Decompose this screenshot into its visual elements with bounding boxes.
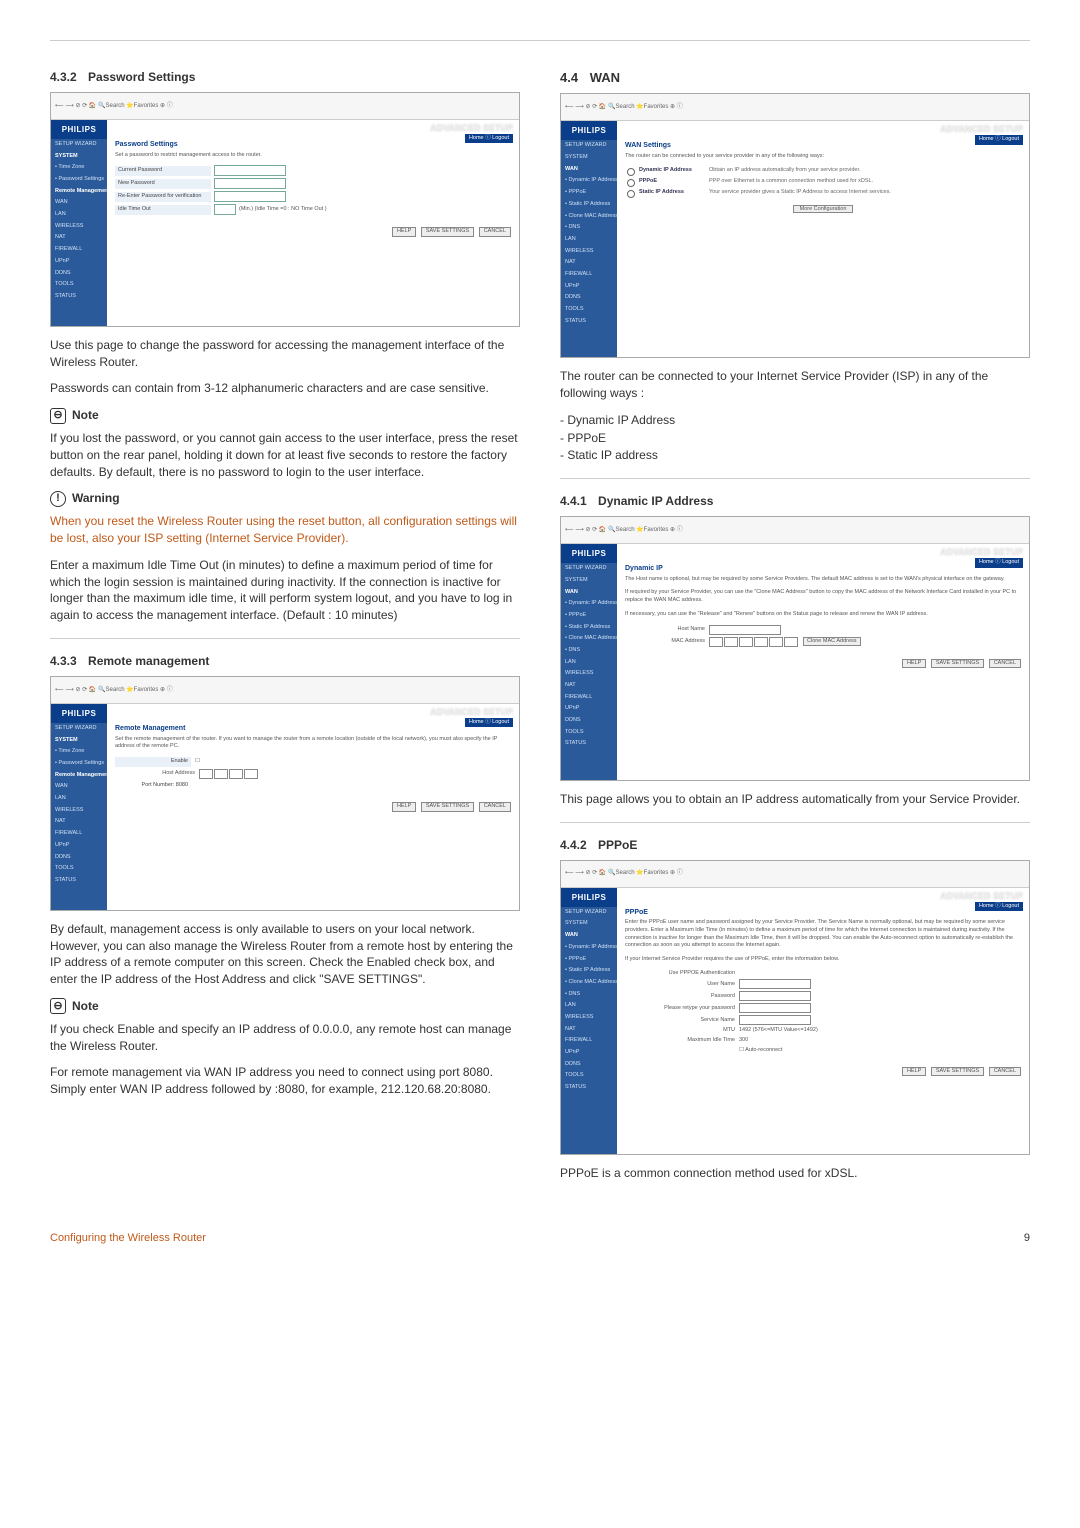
help-button[interactable]: HELP — [392, 227, 416, 237]
right-column: 4.4 WAN ⟵ ⟶ ⊘ ⟳ 🏠 🔍Search ⭐Favorites ⊕ ⓘ… — [560, 61, 1030, 1191]
note-heading: ⊖ Note — [50, 407, 520, 424]
wan-method-item: PPPoE — [560, 430, 1030, 447]
warning-text: When you reset the Wireless Router using… — [50, 513, 520, 547]
footer-page-number: 9 — [1024, 1231, 1030, 1246]
warning-icon: ! — [50, 491, 66, 507]
section-separator — [560, 822, 1030, 823]
note-icon: ⊖ — [50, 408, 66, 424]
remote-desc-p1: By default, management access is only av… — [50, 921, 520, 988]
page-footer: Configuring the Wireless Router 9 — [50, 1231, 1030, 1246]
note-label: Note — [72, 407, 99, 424]
cancel-button[interactable]: CANCEL — [479, 227, 511, 237]
section-separator — [560, 478, 1030, 479]
warning-heading: ! Warning — [50, 490, 520, 507]
heading-4-4: 4.4 WAN — [560, 69, 1030, 87]
heading-4-3-3: 4.3.3 Remote management — [50, 653, 520, 670]
footer-left: Configuring the Wireless Router — [50, 1231, 206, 1246]
screenshot-remote-management: ⟵ ⟶ ⊘ ⟳ 🏠 🔍Search ⭐Favorites ⊕ ⓘ PHILIPS… — [50, 676, 520, 911]
heading-title: Remote management — [88, 654, 209, 668]
panel-buttons: HELP SAVE SETTINGS CANCEL — [115, 227, 511, 237]
note-2-text: If you check Enable and specify an IP ad… — [50, 1021, 520, 1055]
header-tabs: Home ⓘ Logout — [465, 134, 513, 144]
heading-title: Password Settings — [88, 70, 195, 84]
note-label: Note — [72, 998, 99, 1015]
panel-desc: Set a password to restrict management ac… — [115, 152, 511, 160]
note-text: If you lost the password, or you cannot … — [50, 430, 520, 480]
page-top-rule — [50, 40, 1030, 41]
idle-timeout-desc: Enter a maximum Idle Time Out (in minute… — [50, 557, 520, 624]
clone-mac-button[interactable]: Clone MAC Address — [803, 637, 861, 647]
password-desc-p1: Use this page to change the password for… — [50, 337, 520, 371]
save-settings-button[interactable]: SAVE SETTINGS — [421, 227, 474, 237]
philips-logo: PHILIPS — [51, 120, 107, 139]
warning-label: Warning — [72, 490, 120, 507]
more-configuration-button[interactable]: More Configuration — [793, 205, 854, 213]
radio-pppoe[interactable] — [627, 179, 635, 187]
wan-method-item: Static IP address — [560, 447, 1030, 464]
wan-desc: The router can be connected to your Inte… — [560, 368, 1030, 402]
idle-timeout-input[interactable] — [214, 204, 236, 215]
advanced-setup-label: ADVANCED SETUP — [430, 122, 513, 135]
note-icon: ⊖ — [50, 998, 66, 1014]
dynamic-ip-desc: This page allows you to obtain an IP add… — [560, 791, 1030, 808]
heading-num: 4.4 — [560, 70, 578, 85]
screenshot-pppoe: ⟵ ⟶ ⊘ ⟳ 🏠 🔍Search ⭐Favorites ⊕ ⓘ PHILIPS… — [560, 860, 1030, 1155]
wan-methods-list: Dynamic IP Address PPPoE Static IP addre… — [560, 412, 1030, 464]
host-name-input[interactable] — [709, 625, 781, 635]
pppoe-retype-input[interactable] — [739, 1003, 811, 1013]
password-desc-p2: Passwords can contain from 3-12 alphanum… — [50, 380, 520, 397]
heading-4-3-2: 4.3.2 Password Settings — [50, 69, 520, 86]
two-column-layout: 4.3.2 Password Settings ⟵ ⟶ ⊘ ⟳ 🏠 🔍Searc… — [50, 61, 1030, 1191]
radio-dynamic-ip[interactable] — [627, 168, 635, 176]
screenshot-dynamic-ip: ⟵ ⟶ ⊘ ⟳ 🏠 🔍Search ⭐Favorites ⊕ ⓘ PHILIPS… — [560, 516, 1030, 781]
pppoe-password-input[interactable] — [739, 991, 811, 1001]
heading-title: WAN — [590, 70, 620, 85]
current-password-input[interactable] — [214, 165, 286, 176]
heading-num: 4.3.3 — [50, 654, 77, 668]
note-heading-2: ⊖ Note — [50, 998, 520, 1015]
confirm-password-input[interactable] — [214, 191, 286, 202]
left-column: 4.3.2 Password Settings ⟵ ⟶ ⊘ ⟳ 🏠 🔍Searc… — [50, 61, 520, 1191]
new-password-input[interactable] — [214, 178, 286, 189]
heading-4-4-2: 4.4.2 PPPoE — [560, 837, 1030, 854]
section-separator — [50, 638, 520, 639]
heading-num: 4.3.2 — [50, 70, 77, 84]
screenshot-password-settings: ⟵ ⟶ ⊘ ⟳ 🏠 🔍Search ⭐Favorites ⊕ ⓘ PHILIPS… — [50, 92, 520, 327]
router-sidebar: PHILIPS SETUP WIZARD SYSTEM • Time Zone … — [51, 120, 107, 326]
screenshot-wan-settings: ⟵ ⟶ ⊘ ⟳ 🏠 🔍Search ⭐Favorites ⊕ ⓘ PHILIPS… — [560, 93, 1030, 358]
radio-static-ip[interactable] — [627, 190, 635, 198]
pppoe-service-input[interactable] — [739, 1015, 811, 1025]
wan-method-item: Dynamic IP Address — [560, 412, 1030, 429]
remote-desc-p2: For remote management via WAN IP address… — [50, 1064, 520, 1098]
browser-toolbar: ⟵ ⟶ ⊘ ⟳ 🏠 🔍Search ⭐Favorites ⊕ ⓘ — [51, 93, 519, 120]
heading-4-4-1: 4.4.1 Dynamic IP Address — [560, 493, 1030, 510]
pppoe-desc: PPPoE is a common connection method used… — [560, 1165, 1030, 1182]
pppoe-username-input[interactable] — [739, 979, 811, 989]
panel-title: Password Settings — [115, 140, 511, 150]
router-main: ADVANCED SETUP Home ⓘ Logout Password Se… — [107, 120, 519, 326]
